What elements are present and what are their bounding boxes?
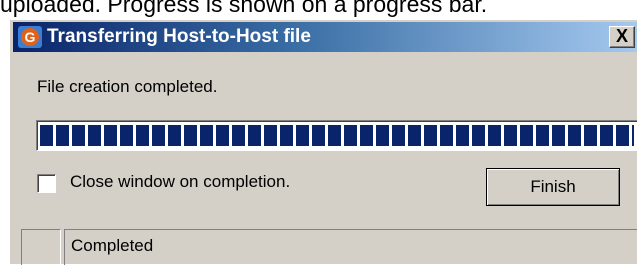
caption-text: uploaded. Progress is shown on a progres… <box>0 0 488 17</box>
app-icon: G <box>18 26 42 48</box>
progress-bar <box>36 120 637 151</box>
window-title: Transferring Host-to-Host file <box>47 26 311 47</box>
close-on-completion-label[interactable]: Close window on completion. <box>70 172 290 192</box>
status-bar: Completed <box>10 229 637 265</box>
transfer-dialog: G Transferring Host-to-Host file X File … <box>9 19 637 265</box>
close-on-completion-checkbox[interactable] <box>37 174 56 193</box>
progress-fill <box>40 125 634 146</box>
status-message: File creation completed. <box>37 77 218 96</box>
status-bar-cell: Completed <box>64 229 637 265</box>
title-bar[interactable]: G Transferring Host-to-Host file X <box>13 22 637 52</box>
status-bar-empty-cell <box>21 229 61 265</box>
finish-button[interactable]: Finish <box>486 168 620 206</box>
close-button[interactable]: X <box>609 26 635 48</box>
status-bar-text: Completed <box>71 236 154 255</box>
svg-text:G: G <box>25 29 36 45</box>
